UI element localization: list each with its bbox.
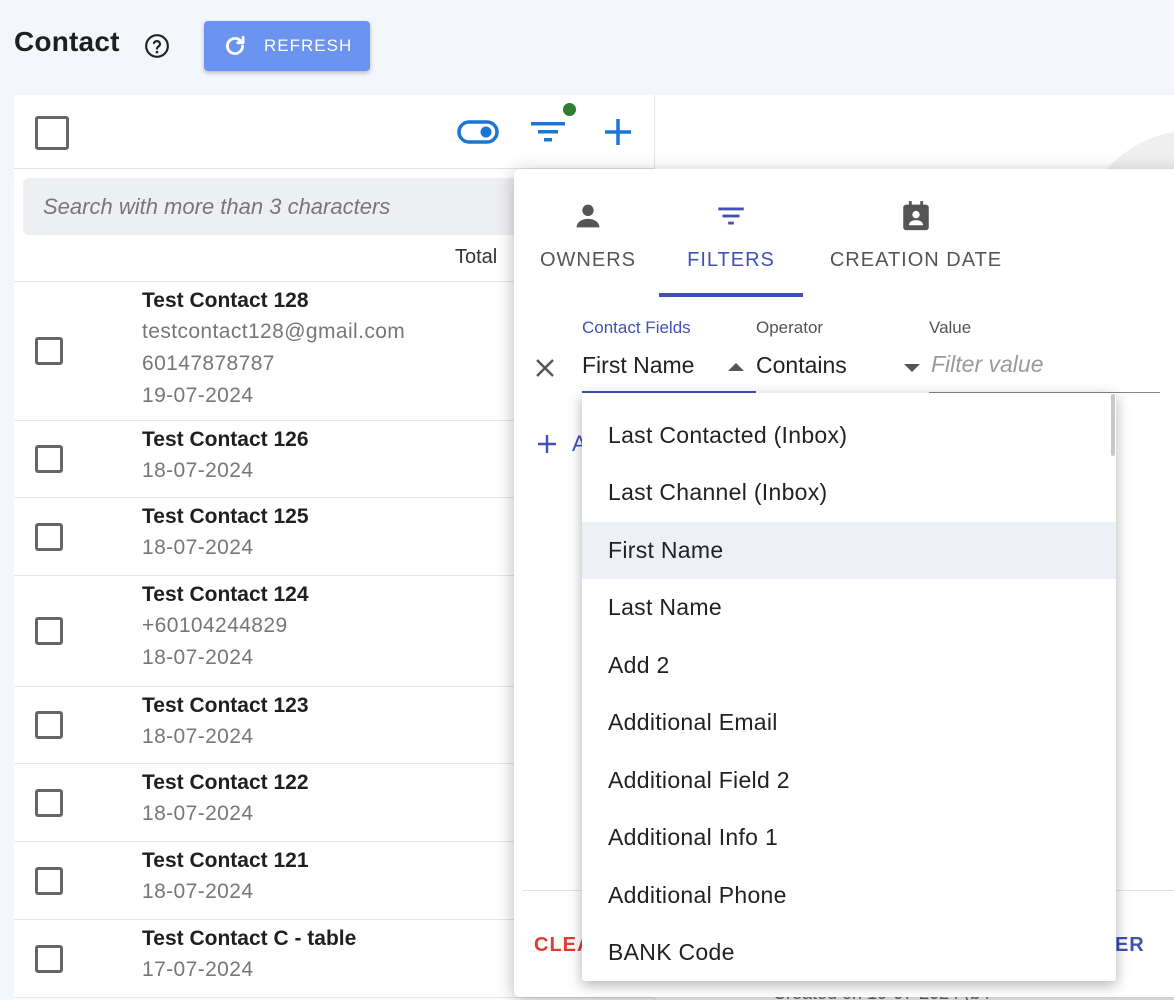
list-item-info: Test Contact 128 testcontact128@gmail.co…: [142, 286, 405, 412]
contact-name: Test Contact C - table: [142, 927, 357, 950]
dropdown-option[interactable]: Last Name: [582, 579, 1116, 636]
add-icon[interactable]: [601, 115, 635, 154]
select-all-checkbox[interactable]: [35, 116, 69, 150]
contact-date: 18-07-2024: [142, 459, 254, 482]
tab-label: CREATION DATE: [829, 249, 1003, 271]
scrollbar[interactable]: [1111, 394, 1115, 456]
contact-calendar-icon: [903, 201, 929, 231]
value-field: [929, 349, 1160, 393]
contact-date: 17-07-2024: [142, 958, 254, 981]
contact-field-select[interactable]: First Name: [582, 349, 756, 393]
contact-email: testcontact128@gmail.com: [142, 320, 406, 343]
contact-name: Test Contact 121: [142, 849, 309, 872]
filter-icon[interactable]: [529, 115, 567, 154]
toggle-icon[interactable]: [457, 119, 499, 150]
tab-creation-date[interactable]: CREATION DATE: [826, 199, 1006, 297]
chevron-up-icon: [728, 363, 744, 371]
contact-name: Test Contact 128: [142, 289, 309, 312]
operator-label: Operator: [756, 318, 824, 337]
person-icon: [576, 204, 600, 228]
list-item-info: Test Contact 126 18-07-2024: [142, 425, 309, 487]
dropdown-option[interactable]: BANK Code: [582, 924, 1116, 981]
row-checkbox[interactable]: [35, 523, 63, 551]
tab-filters[interactable]: FILTERS: [659, 199, 803, 297]
dropdown-option[interactable]: Add 2: [582, 637, 1116, 694]
page-title: Contact: [14, 26, 120, 57]
contact-name: Test Contact 125: [142, 505, 309, 528]
help-icon[interactable]: [144, 33, 170, 59]
operator-select[interactable]: Contains: [756, 349, 924, 393]
refresh-label: REFRESH: [264, 36, 353, 55]
tab-label: FILTERS: [687, 249, 775, 271]
contact-date: 18-07-2024: [142, 725, 254, 748]
chevron-down-icon: [904, 364, 920, 372]
contact-fields-label: Contact Fields: [582, 318, 691, 337]
row-checkbox[interactable]: [35, 945, 63, 973]
list-item-info: Test Contact 123 18-07-2024: [142, 691, 309, 753]
contact-name: Test Contact 122: [142, 771, 309, 794]
value-label: Value: [929, 318, 972, 337]
contact-name: Test Contact 124: [142, 583, 309, 606]
filter-icon: [718, 207, 744, 225]
contact-phone: +60104244829: [142, 614, 288, 637]
contact-date: 18-07-2024: [142, 536, 254, 559]
refresh-icon: [226, 35, 245, 55]
contact-phone: 60147878787: [142, 352, 275, 375]
list-toolbar: [14, 95, 654, 169]
contact-date: 18-07-2024: [142, 880, 254, 903]
dropdown-option[interactable]: Additional Field 2: [582, 752, 1116, 809]
row-checkbox[interactable]: [35, 337, 63, 365]
close-icon[interactable]: [534, 357, 556, 384]
row-checkbox[interactable]: [35, 867, 63, 895]
list-item-info: Test Contact 121 18-07-2024: [142, 846, 309, 908]
dropdown-option[interactable]: Additional Email: [582, 694, 1116, 751]
row-checkbox[interactable]: [35, 445, 63, 473]
refresh-button[interactable]: REFRESH: [204, 21, 370, 71]
plus-icon: [538, 435, 556, 453]
add-filter-button[interactable]: A: [536, 431, 587, 457]
dropdown-option[interactable]: Additional Phone: [582, 867, 1116, 924]
list-item-info: Test Contact 125 18-07-2024: [142, 502, 309, 564]
filter-active-dot: [563, 103, 576, 116]
dropdown-option-selected[interactable]: First Name: [582, 522, 1116, 579]
list-item-info: Test Contact 122 18-07-2024: [142, 768, 309, 830]
dropdown-option[interactable]: Last Contacted (Inbox): [582, 407, 1116, 464]
operator-value: Contains: [756, 352, 847, 378]
contact-name: Test Contact 123: [142, 694, 309, 717]
list-item-info: Test Contact C - table 17-07-2024: [142, 924, 356, 986]
dropdown-option[interactable]: Additional Info 1: [582, 809, 1116, 866]
contact-date: 18-07-2024: [142, 646, 254, 669]
tab-owners[interactable]: OWNERS: [538, 199, 638, 297]
contact-field-dropdown: Last Contacted (Inbox) Last Channel (Inb…: [582, 393, 1116, 981]
contact-date: 19-07-2024: [142, 384, 254, 407]
row-checkbox[interactable]: [35, 711, 63, 739]
contact-field-value: First Name: [582, 352, 695, 378]
total-label: Total: [455, 246, 498, 268]
contact-name: Test Contact 126: [142, 428, 309, 451]
filter-value-input[interactable]: [931, 351, 1151, 378]
row-checkbox[interactable]: [35, 617, 63, 645]
row-checkbox[interactable]: [35, 789, 63, 817]
dropdown-option[interactable]: Last Channel (Inbox): [582, 464, 1116, 521]
contact-date: 18-07-2024: [142, 802, 254, 825]
list-item-info: Test Contact 124 +60104244829 18-07-2024: [142, 580, 309, 674]
tab-label: OWNERS: [540, 249, 636, 271]
